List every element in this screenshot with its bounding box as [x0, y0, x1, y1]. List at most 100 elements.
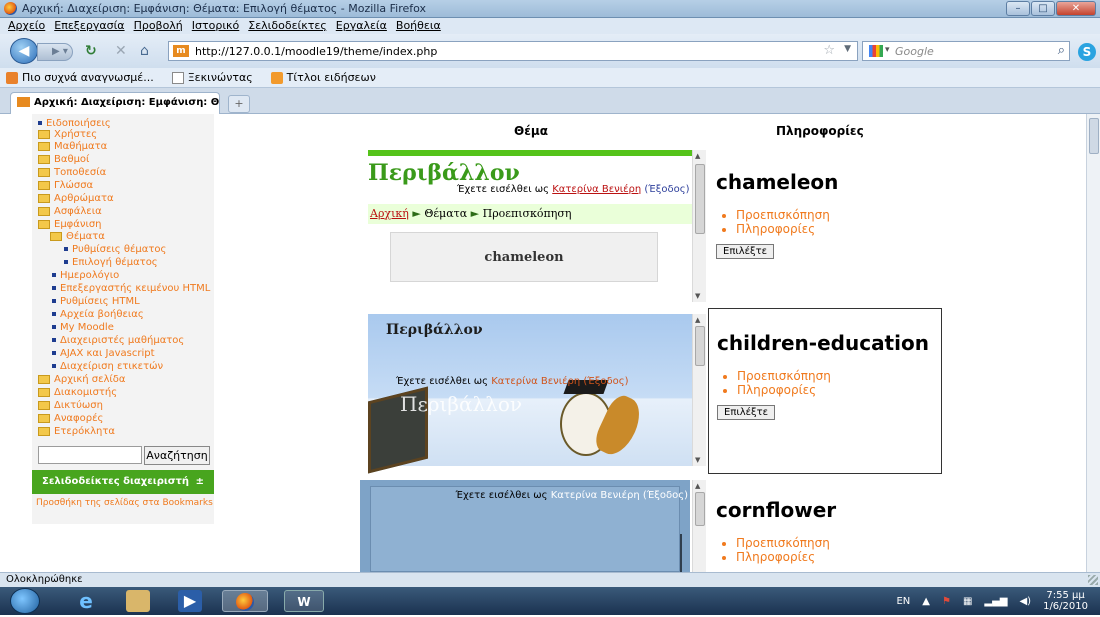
sidebar-item-language[interactable]: Γλώσσα	[38, 180, 93, 191]
scroll-up-icon[interactable]: ▲	[695, 482, 700, 490]
preview-scrollbar[interactable]: ▲ ▼	[692, 314, 706, 466]
window-titlebar[interactable]: Αρχική: Διαχείριση: Εμφάνιση: Θέματα: Επ…	[0, 0, 1100, 18]
reload-icon[interactable]: ↻	[85, 43, 97, 59]
sidebar-item-users[interactable]: Χρήστες	[38, 129, 97, 140]
menu-tools[interactable]: Εργαλεία	[336, 18, 387, 34]
internet-explorer-icon[interactable]: e	[74, 590, 98, 612]
scroll-up-icon[interactable]: ▲	[695, 316, 700, 324]
volume-icon[interactable]: ◀)	[1019, 596, 1031, 607]
menu-help[interactable]: Βοήθεια	[396, 18, 441, 34]
add-bookmark-link[interactable]: Προσθήκη της σελίδας στα Bookmarks	[36, 498, 213, 509]
skype-icon[interactable]: S	[1078, 43, 1096, 61]
preview-link[interactable]: Προεπισκόπηση	[737, 369, 941, 383]
sidebar-item-calendar[interactable]: Ημερολόγιο	[52, 270, 119, 281]
flag-icon[interactable]: ⚑	[942, 596, 951, 607]
collapse-icon[interactable]: ±	[196, 470, 204, 494]
url-text[interactable]: http://127.0.0.1/moodle19/theme/index.ph…	[195, 45, 437, 58]
menu-file[interactable]: Αρχείο	[8, 18, 45, 34]
preview-link[interactable]: Προεπισκόπηση	[736, 208, 942, 222]
sidebar-item-reports[interactable]: Αναφορές	[38, 413, 103, 424]
page-scrollbar[interactable]	[1086, 114, 1100, 572]
select-theme-button[interactable]: Επιλέξτε	[717, 405, 776, 420]
menu-bookmarks[interactable]: Σελιδοδείκτες	[248, 18, 327, 34]
sidebar-item-location[interactable]: Τοποθεσία	[38, 167, 106, 178]
scroll-down-icon[interactable]: ▼	[695, 292, 700, 300]
sidebar-item-help-files[interactable]: Αρχεία βοήθειας	[52, 309, 144, 320]
admin-search-button[interactable]: Αναζήτηση	[144, 446, 210, 465]
scroll-down-icon[interactable]: ▼	[695, 456, 700, 464]
file-explorer-icon[interactable]	[126, 590, 150, 612]
sidebar-item-my-moodle[interactable]: My Moodle	[52, 322, 114, 333]
sidebar-item-course-managers[interactable]: Διαχειριστές μαθήματος	[52, 335, 184, 346]
info-link[interactable]: Πληροφορίες	[736, 222, 942, 236]
menu-history[interactable]: Ιστορικό	[192, 18, 240, 34]
home-icon[interactable]: ⌂	[140, 43, 149, 59]
start-button[interactable]	[10, 588, 40, 614]
sidebar-item-html-editor[interactable]: Επεξεργαστής κειμένου HTML	[52, 283, 210, 294]
sidebar-item-security[interactable]: Ασφάλεια	[38, 206, 102, 217]
scroll-up-icon[interactable]: ▲	[695, 152, 700, 160]
media-player-icon[interactable]: ▶	[178, 590, 202, 612]
sidebar-item-miscellaneous[interactable]: Ετερόκλητα	[38, 426, 115, 437]
sidebar-item-ajax[interactable]: AJAX και Javascript	[52, 348, 155, 359]
search-engine-dropdown-icon[interactable]: ▾	[885, 45, 890, 55]
sidebar-item-themes[interactable]: Θέματα	[50, 231, 105, 242]
search-icon[interactable]: ⌕	[1058, 43, 1065, 58]
network-icon[interactable]: ▦	[963, 596, 972, 607]
forward-button[interactable]: ▶ ▾	[37, 43, 73, 61]
sidebar-item-grades[interactable]: Βαθμοί	[38, 154, 89, 165]
sidebar-item-networking[interactable]: Δικτύωση	[38, 400, 103, 411]
preview-logout-link[interactable]: (Έξοδος)	[583, 376, 628, 387]
address-bar[interactable]: m http://127.0.0.1/moodle19/theme/index.…	[168, 41, 858, 61]
stop-icon[interactable]: ✕	[115, 43, 127, 59]
back-button[interactable]: ◀	[10, 38, 38, 64]
url-dropdown-icon[interactable]: ▼	[844, 44, 851, 54]
sidebar-item-server[interactable]: Διακομιστής	[38, 387, 117, 398]
preview-user-link[interactable]: Κατερίνα Βενιέρη	[552, 184, 641, 195]
sidebar-item-notifications[interactable]: Ειδοποιήσεις	[38, 118, 111, 129]
resize-grip-icon[interactable]	[1088, 575, 1098, 585]
show-hidden-icons-icon[interactable]: ▲	[922, 596, 930, 607]
sidebar-item-html-settings[interactable]: Ρυθμίσεις HTML	[52, 296, 140, 307]
language-indicator[interactable]: EN	[896, 596, 910, 607]
theme-preview-children-education[interactable]: Περιβάλλον Έχετε εισέλθει ως Κατερίνα Βε…	[360, 314, 706, 474]
sidebar-item-theme-settings[interactable]: Ρυθμίσεις θέματος	[64, 244, 166, 255]
admin-search-input[interactable]	[38, 446, 142, 464]
signal-icon[interactable]: ▂▄▆	[984, 596, 1007, 607]
info-link[interactable]: Πληροφορίες	[736, 550, 942, 564]
maximize-button[interactable]: □	[1031, 1, 1055, 16]
minimize-button[interactable]: –	[1006, 1, 1030, 16]
new-tab-button[interactable]: +	[228, 95, 250, 113]
preview-link[interactable]: Προεπισκόπηση	[736, 536, 942, 550]
preview-scrollbar[interactable]: ▲ ▼	[692, 150, 706, 302]
select-theme-button[interactable]: Επιλέξτε	[716, 244, 775, 259]
preview-logout-link[interactable]: (Έξοδος)	[644, 184, 689, 195]
word-taskbar-icon[interactable]: W	[284, 590, 324, 612]
search-placeholder[interactable]: Google	[895, 45, 934, 58]
bookmark-headlines[interactable]: Τίτλοι ειδήσεων	[270, 71, 376, 84]
close-button[interactable]: ✕	[1056, 1, 1096, 16]
sidebar-item-tags[interactable]: Διαχείριση ετικετών	[52, 361, 163, 372]
menu-view[interactable]: Προβολή	[134, 18, 183, 34]
menu-edit[interactable]: Επεξεργασία	[54, 18, 124, 34]
admin-bookmarks-block-header[interactable]: Σελιδοδείκτες διαχειριστή ±	[32, 470, 214, 494]
sidebar-item-appearance[interactable]: Εμφάνιση	[38, 219, 102, 230]
breadcrumb-home-link[interactable]: Αρχική	[370, 207, 409, 220]
sidebar-item-front-page[interactable]: Αρχική σελίδα	[38, 374, 126, 385]
preview-user-link[interactable]: Κατερίνα Βενιέρη	[551, 490, 640, 501]
scroll-thumb[interactable]	[695, 492, 705, 526]
info-link[interactable]: Πληροφορίες	[737, 383, 941, 397]
theme-preview-chameleon[interactable]: Περιβάλλον Έχετε εισέλθει ως Κατερίνα Βε…	[360, 150, 706, 302]
search-bar[interactable]: ▾ Google ⌕	[862, 41, 1070, 61]
sidebar-item-theme-selector[interactable]: Επιλογή θέματος	[64, 257, 158, 268]
google-icon[interactable]	[869, 45, 883, 57]
theme-preview-cornflower[interactable]: Έχετε εισέλθει ως Κατερίνα Βενιέρη (Έξοδ…	[360, 480, 706, 572]
sidebar-item-courses[interactable]: Μαθήματα	[38, 141, 107, 152]
preview-scrollbar[interactable]: ▲	[692, 480, 706, 572]
page-scroll-thumb[interactable]	[1089, 118, 1099, 154]
bookmark-most-visited[interactable]: Πιο συχνά αναγνωσμέ...	[6, 71, 154, 84]
preview-user-link[interactable]: Κατερίνα Βενιέρη	[491, 376, 580, 387]
scroll-thumb[interactable]	[695, 164, 705, 234]
bookmark-getting-started[interactable]: Ξεκινώντας	[171, 71, 253, 84]
preview-logout-link[interactable]: (Έξοδος)	[643, 490, 688, 501]
